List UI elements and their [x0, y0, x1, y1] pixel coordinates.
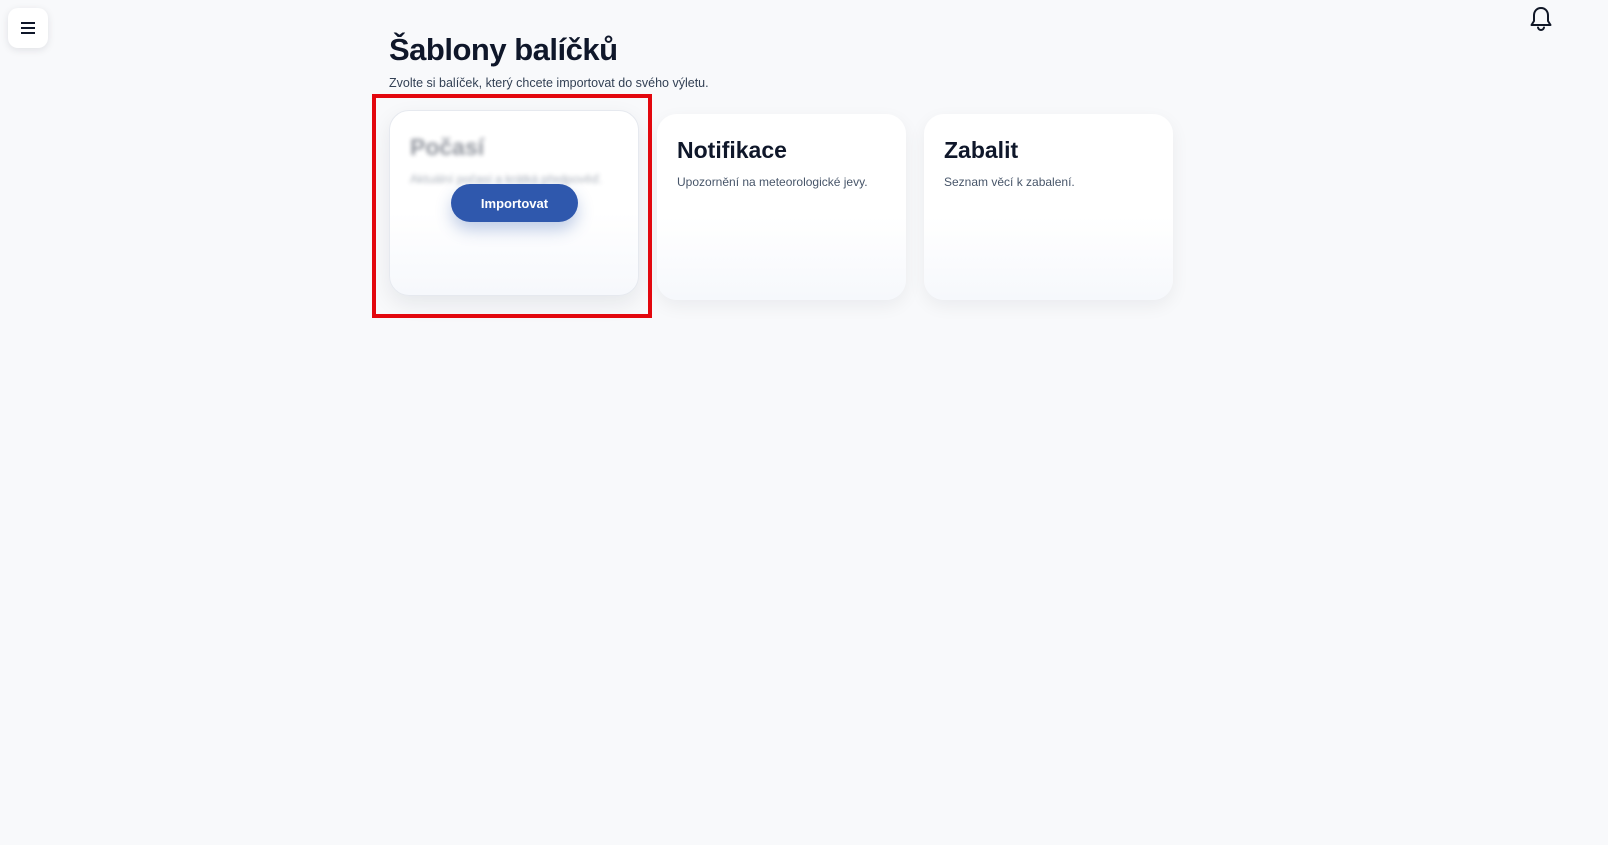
page-header: Šablony balíčků Zvolte si balíček, který… [389, 30, 709, 92]
page-subtitle: Zvolte si balíček, který chcete importov… [389, 76, 709, 90]
page-title: Šablony balíčků [389, 32, 618, 67]
import-button[interactable]: Importovat [451, 184, 578, 222]
menu-button[interactable] [8, 8, 48, 48]
template-card-weather[interactable]: Počasí Aktuální počasí a krátká předpově… [389, 110, 639, 296]
notifications-button[interactable] [1524, 4, 1558, 38]
template-card-notifications[interactable]: Notifikace Upozornění na meteorologické … [657, 114, 906, 300]
template-card-packing[interactable]: Zabalit Seznam věcí k zabalení. [924, 114, 1173, 300]
template-card-title: Počasí [410, 134, 485, 160]
template-card-description: Seznam věcí k zabalení. [944, 175, 1075, 189]
bell-icon [1529, 6, 1553, 37]
template-card-description: Upozornění na meteorologické jevy. [677, 175, 868, 189]
template-card-title: Zabalit [944, 137, 1019, 163]
hamburger-menu-icon [21, 22, 35, 34]
template-card-title: Notifikace [677, 137, 787, 163]
